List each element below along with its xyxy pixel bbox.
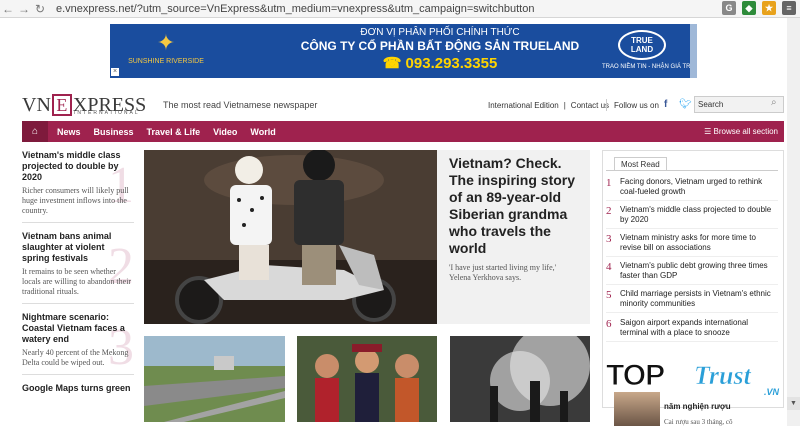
article-desc: It remains to be seen whether locals are… bbox=[22, 267, 132, 296]
menu-icon[interactable]: ≡ bbox=[782, 1, 796, 15]
article-title[interactable]: Nightmare scenario: Coastal Vietnam face… bbox=[22, 312, 134, 345]
most-read-item[interactable]: 4 Vietnam's public debt growing three ti… bbox=[606, 261, 778, 285]
ad-banner[interactable]: ✦ SUNSHINE RIVERSIDE ĐƠN VỊ PHÂN PHỐI CH… bbox=[110, 24, 697, 78]
ad-badge: TRUE LAND bbox=[618, 30, 666, 60]
ad-phone: ☎ 093.293.3355 bbox=[382, 55, 498, 72]
edition-link[interactable]: International Edition bbox=[488, 101, 559, 110]
most-read-title[interactable]: Facing donors, Vietnam urged to rethink … bbox=[620, 177, 778, 197]
article-desc: Richer consumers will likely pull huge i… bbox=[22, 186, 129, 215]
back-icon[interactable]: ← bbox=[0, 1, 16, 17]
ad-line1: ĐƠN VỊ PHÂN PHỐI CHÍNH THỨC bbox=[360, 27, 520, 38]
main-nav: ⌂ News Business Travel & Life Video Worl… bbox=[22, 121, 784, 142]
rank-number: 2 bbox=[606, 205, 612, 217]
most-read-title[interactable]: Vietnam's middle class projected to doub… bbox=[620, 205, 778, 225]
promo-photo bbox=[614, 392, 660, 426]
most-read-item[interactable]: 6 Saigon airport expands international t… bbox=[606, 318, 778, 342]
most-read-item[interactable]: 5 Child marriage persists in Vietnam's e… bbox=[606, 289, 778, 313]
most-read-title[interactable]: Saigon airport expands international ter… bbox=[620, 318, 778, 338]
scroll-down-icon[interactable]: ▼ bbox=[787, 397, 800, 410]
watermark-top: TOP bbox=[605, 359, 665, 393]
most-read-item[interactable]: 3 Vietnam ministry asks for more time to… bbox=[606, 233, 778, 257]
most-read-title[interactable]: Child marriage persists in Vietnam's eth… bbox=[620, 289, 778, 309]
separator: | bbox=[563, 101, 566, 110]
most-read-title[interactable]: Vietnam's public debt growing three time… bbox=[620, 261, 778, 281]
twitter-icon[interactable]: 🐦︎ bbox=[679, 99, 692, 110]
logo-subtitle: INTERNATIONAL bbox=[74, 110, 140, 116]
logo-e-mark: E bbox=[51, 94, 72, 116]
divider bbox=[606, 170, 778, 171]
highway-photo bbox=[144, 336, 285, 422]
promo-desc: Cai rượu sau 3 tháng, cô bbox=[664, 418, 733, 426]
festival-photo bbox=[297, 336, 437, 422]
scrollbar[interactable] bbox=[787, 18, 800, 426]
list-item[interactable]: 3 Nightmare scenario: Coastal Vietnam fa… bbox=[22, 312, 134, 375]
ad-building-image bbox=[690, 24, 697, 78]
list-item[interactable]: Google Maps turns green bbox=[22, 383, 134, 400]
thumbnail-pollution[interactable] bbox=[450, 336, 590, 422]
nav-world[interactable]: World bbox=[250, 127, 275, 137]
promo-item[interactable]: năm nghiện rượu Cai rượu sau 3 tháng, cô bbox=[606, 392, 786, 426]
article-title[interactable]: Google Maps turns green bbox=[22, 383, 134, 394]
browse-all-button[interactable]: ☰ Browse all section bbox=[704, 127, 778, 136]
contact-link[interactable]: Contact us bbox=[571, 101, 609, 110]
browser-toolbar: ← → ↻ e.vnexpress.net/?utm_source=VnExpr… bbox=[0, 0, 800, 18]
forward-icon[interactable]: → bbox=[16, 1, 32, 17]
promo-title[interactable]: năm nghiện rượu bbox=[664, 402, 731, 411]
address-bar[interactable]: e.vnexpress.net/?utm_source=VnExpress&ut… bbox=[56, 3, 534, 15]
featured-title[interactable]: Vietnam? Check. The inspiring story of a… bbox=[449, 155, 578, 257]
ad-logo: ✦ SUNSHINE RIVERSIDE bbox=[116, 28, 216, 74]
follow-label: Follow us on bbox=[614, 101, 659, 110]
list-item[interactable]: 2 Vietnam bans animal slaughter at viole… bbox=[22, 231, 134, 304]
featured-image[interactable] bbox=[144, 150, 437, 324]
search-icon[interactable]: ⌕ bbox=[771, 97, 777, 108]
home-icon[interactable]: ⌂ bbox=[22, 121, 48, 142]
divider bbox=[606, 99, 607, 111]
nav-travel-life[interactable]: Travel & Life bbox=[147, 127, 201, 137]
featured-photo bbox=[144, 150, 437, 324]
rank-number: 5 bbox=[606, 289, 612, 301]
reload-icon[interactable]: ↻ bbox=[32, 1, 48, 17]
nav-news[interactable]: News bbox=[57, 127, 81, 137]
article-desc: Nearly 40 percent of the Mekong Delta co… bbox=[22, 348, 129, 367]
ad-logo-text: SUNSHINE RIVERSIDE bbox=[128, 58, 204, 65]
nav-video[interactable]: Video bbox=[213, 127, 237, 137]
ad-slogan: TRAO NIỀM TIN - NHẬN GIÁ TRỊ bbox=[602, 64, 693, 70]
featured-text-panel: Vietnam? Check. The inspiring story of a… bbox=[437, 150, 590, 324]
rank-number: 1 bbox=[606, 177, 612, 189]
extension-icon[interactable]: ◆ bbox=[742, 1, 756, 15]
logo-vn: VN bbox=[22, 93, 51, 116]
pollution-photo bbox=[450, 336, 590, 422]
thumbnail-highway[interactable] bbox=[144, 336, 285, 422]
star-icon[interactable]: ★ bbox=[762, 1, 776, 15]
article-title[interactable]: Vietnam bans animal slaughter at violent… bbox=[22, 231, 134, 264]
watermark-trust: Trust bbox=[694, 361, 751, 391]
most-read-item[interactable]: 1 Facing donors, Vietnam urged to rethin… bbox=[606, 177, 778, 201]
ad-close-icon[interactable]: × bbox=[111, 68, 119, 76]
thumbnail-festival[interactable] bbox=[297, 336, 437, 422]
translate-icon[interactable]: G bbox=[722, 1, 736, 15]
article-title[interactable]: Vietnam's middle class projected to doub… bbox=[22, 150, 134, 183]
most-read-item[interactable]: 2 Vietnam's middle class projected to do… bbox=[606, 205, 778, 229]
list-item[interactable]: 1 Vietnam's middle class projected to do… bbox=[22, 150, 134, 223]
tab-most-read[interactable]: Most Read bbox=[614, 157, 667, 171]
facebook-icon[interactable]: f bbox=[664, 99, 667, 110]
nav-business[interactable]: Business bbox=[94, 127, 134, 137]
pegasus-icon: ✦ bbox=[156, 30, 176, 55]
site-tagline: The most read Vietnamese newspaper bbox=[163, 100, 318, 110]
featured-desc: 'I have just started living my life,' Ye… bbox=[449, 263, 557, 282]
rank-number: 4 bbox=[606, 261, 612, 273]
rank-number: 3 bbox=[606, 233, 612, 245]
most-read-title[interactable]: Vietnam ministry asks for more time to r… bbox=[620, 233, 778, 253]
ad-line2: CÔNG TY CỔ PHẦN BẤT ĐỘNG SẢN TRUELAND bbox=[300, 39, 580, 53]
top-stories-list: 1 Vietnam's middle class projected to do… bbox=[22, 150, 134, 408]
rank-number: 6 bbox=[606, 318, 612, 330]
